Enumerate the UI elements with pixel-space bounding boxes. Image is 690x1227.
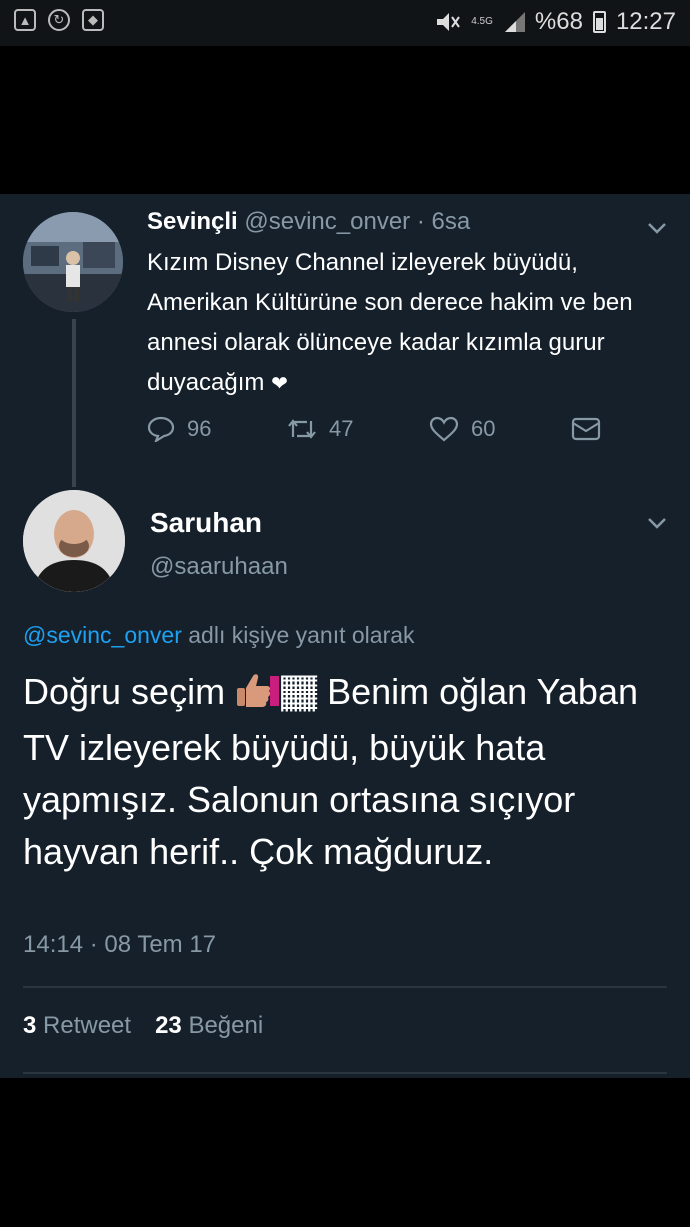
reply-action[interactable]: 96 [147, 416, 287, 442]
display-name[interactable]: Sevinçli [147, 208, 238, 235]
display-name[interactable]: Saruhan [150, 507, 262, 539]
handle[interactable]: @saaruhaan [150, 553, 288, 581]
clock: 12:27 [615, 8, 676, 35]
tweet-text-start: Doğru seçim [23, 671, 236, 712]
retweet-action[interactable]: 47 [287, 416, 429, 442]
reply-to-link[interactable]: @sevinc_onver [23, 622, 182, 648]
chevron-down-icon[interactable] [647, 218, 667, 239]
signal-icon [503, 12, 525, 32]
divider [23, 986, 667, 988]
handle[interactable]: @sevinc_onver [244, 208, 410, 235]
divider [23, 1072, 667, 1074]
reply-icon [147, 416, 175, 442]
avatar[interactable] [23, 212, 123, 312]
chevron-down-icon[interactable] [647, 513, 667, 534]
avatar[interactable] [23, 490, 125, 592]
tweet-actions: 96 47 60 [147, 416, 601, 442]
reply-count: 96 [187, 416, 212, 441]
engagement-stats: 3 Retweet 23 Beğeni [23, 1012, 263, 1040]
retweet-icon [288, 419, 316, 439]
battery-icon [592, 11, 606, 33]
emoji-trailer: 🏾 [281, 671, 318, 712]
notification-icons: ▲ ↻ ◆ [14, 9, 104, 31]
reply-context: @sevinc_onver adlı kişiye yanıt olarak [23, 622, 415, 649]
thread-connector [72, 319, 76, 487]
retweet-stat-label: Retweet [43, 1012, 132, 1039]
retweet-stat-count: 3 [23, 1012, 37, 1039]
relative-time[interactable]: · 6sa [417, 208, 470, 235]
parent-tweet[interactable]: Sevinçli @sevinc_onver · 6sa Kızım Disne… [147, 208, 677, 404]
mute-icon [437, 13, 461, 31]
timestamp[interactable]: 14:14 · 08 Tem 17 [23, 931, 216, 959]
like-stat-label: Beğeni [188, 1012, 264, 1039]
reply-to-suffix: adlı kişiye yanıt olarak [181, 622, 415, 648]
retweet-stat[interactable]: 3 Retweet [23, 1012, 131, 1040]
network-type: 4.5G [471, 16, 493, 27]
tweet-text-body: Kızım Disney Channel izleyerek büyüdü, A… [147, 249, 633, 396]
sync-icon: ↻ [48, 9, 70, 31]
tweet-card: Sevinçli @sevinc_onver · 6sa Kızım Disne… [0, 194, 690, 1078]
like-count: 60 [471, 416, 496, 441]
image-icon: ▲ [14, 9, 36, 31]
tweet-header: Sevinçli @sevinc_onver · 6sa [147, 208, 677, 236]
like-icon [429, 416, 459, 442]
thumbs-up-emoji [235, 670, 281, 722]
status-bar: ▲ ↻ ◆ 4.5G %68 12:27 [0, 0, 690, 46]
battery-percent: %68 [534, 8, 583, 35]
message-action[interactable] [571, 417, 601, 441]
like-stat-count: 23 [155, 1012, 182, 1039]
tweet-text: Doğru seçim 🏾 Benim oğlan Yaban TV izley… [23, 666, 673, 878]
tweet-text: Kızım Disney Channel izleyerek büyüdü, A… [147, 243, 677, 404]
system-icons: 4.5G %68 12:27 [435, 8, 676, 36]
heart-emoji: ❤ [271, 373, 288, 395]
retweet-count: 47 [329, 416, 354, 441]
android-icon: ◆ [82, 9, 104, 31]
like-action[interactable]: 60 [429, 416, 571, 442]
message-icon [571, 417, 601, 441]
like-stat[interactable]: 23 Beğeni [155, 1012, 263, 1040]
